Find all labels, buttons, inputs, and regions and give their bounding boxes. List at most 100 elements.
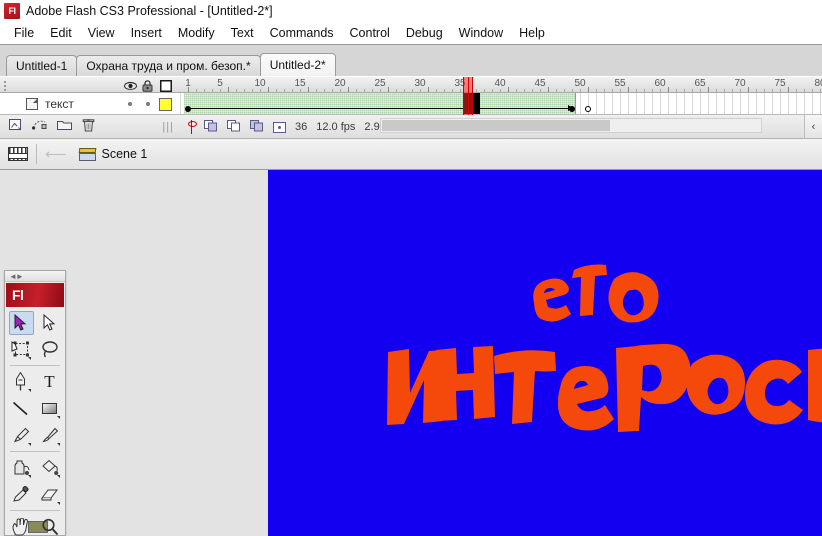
ruler-label: 35 bbox=[454, 78, 466, 89]
tween-span[interactable] bbox=[184, 93, 576, 114]
ruler-tick bbox=[356, 89, 357, 92]
keyframe-dot-icon[interactable] bbox=[185, 106, 191, 112]
menu-debug[interactable]: Debug bbox=[398, 25, 451, 41]
layer-page-icon bbox=[26, 97, 38, 110]
line-tool[interactable] bbox=[6, 395, 35, 422]
text-tool[interactable]: T bbox=[35, 368, 64, 395]
ink-bottle-tool[interactable] bbox=[6, 454, 35, 481]
ruler-label: 55 bbox=[614, 78, 626, 89]
new-folder-icon[interactable] bbox=[57, 118, 72, 136]
ruler-tick bbox=[372, 89, 373, 92]
add-motion-guide-icon[interactable] bbox=[32, 118, 47, 136]
menu-help[interactable]: Help bbox=[511, 25, 553, 41]
lasso-tool[interactable] bbox=[35, 336, 64, 363]
ruler-tick bbox=[452, 89, 453, 92]
onion-skin-marker-icon[interactable] bbox=[188, 120, 197, 134]
ruler-label: 40 bbox=[494, 78, 506, 89]
menu-control[interactable]: Control bbox=[342, 25, 398, 41]
menu-file[interactable]: File bbox=[6, 25, 42, 41]
onion-skin-icon[interactable] bbox=[204, 119, 218, 135]
back-arrow-icon[interactable]: ⟵ bbox=[45, 147, 67, 162]
layer-row[interactable]: текст bbox=[0, 93, 180, 115]
eraser-tool[interactable] bbox=[35, 481, 64, 508]
ruler-label: 50 bbox=[574, 78, 586, 89]
paint-bucket-tool[interactable] bbox=[35, 454, 64, 481]
scrollbar-thumb[interactable] bbox=[382, 120, 610, 131]
tween-arrow-icon bbox=[190, 105, 573, 111]
layer-tool-buttons: ||| bbox=[0, 115, 180, 139]
ruler-label: 45 bbox=[534, 78, 546, 89]
delete-layer-icon[interactable] bbox=[82, 118, 95, 137]
menu-text[interactable]: Text bbox=[223, 25, 262, 41]
panel-grip-icon[interactable]: ◄► bbox=[5, 271, 65, 282]
tool-row-2 bbox=[6, 336, 64, 363]
stage-artwork[interactable] bbox=[268, 170, 822, 536]
rectangle-tool[interactable] bbox=[35, 395, 64, 422]
ruler-tick bbox=[524, 89, 525, 92]
timeline-toggle-icon[interactable] bbox=[8, 147, 28, 161]
frame-rate-indicator[interactable]: 12.0 fps bbox=[316, 121, 355, 133]
ruler-tick bbox=[476, 89, 477, 92]
free-transform-tool[interactable] bbox=[6, 336, 35, 363]
eyedropper-tool[interactable] bbox=[6, 481, 35, 508]
ruler-tick bbox=[700, 89, 701, 92]
keyframe-end-dot-icon[interactable] bbox=[569, 106, 575, 112]
modify-onion-markers-icon[interactable] bbox=[273, 121, 286, 133]
layer-visibility-dot[interactable] bbox=[128, 102, 132, 106]
scene-label[interactable]: Scene 1 bbox=[102, 147, 148, 161]
subselection-tool[interactable] bbox=[35, 309, 64, 336]
layer-name-label[interactable]: текст bbox=[45, 97, 74, 111]
pencil-tool[interactable] bbox=[6, 422, 35, 449]
selection-tool[interactable] bbox=[6, 309, 35, 336]
ruler-tick bbox=[468, 87, 469, 92]
ruler-tick bbox=[428, 87, 429, 92]
ruler-tick bbox=[572, 89, 573, 92]
edit-multiple-frames-icon[interactable] bbox=[250, 119, 264, 135]
ruler-tick bbox=[580, 89, 581, 92]
timeline-ruler[interactable]: 15101520253035404550556065707580 bbox=[180, 77, 822, 93]
timeline-horizontal-scrollbar[interactable] bbox=[380, 118, 762, 133]
menu-bar: File Edit View Insert Modify Text Comman… bbox=[0, 22, 822, 44]
flash-logo-icon: Fl bbox=[4, 3, 20, 19]
ruler-tick bbox=[412, 89, 413, 92]
blank-keyframe-icon[interactable] bbox=[585, 106, 591, 112]
timeline-status-bar: 36 12.0 fps 2.9s ‹ bbox=[180, 115, 822, 139]
menu-insert[interactable]: Insert bbox=[123, 25, 170, 41]
menu-window[interactable]: Window bbox=[451, 25, 511, 41]
flash-application-window: Fl Adobe Flash CS3 Professional - [Untit… bbox=[0, 0, 822, 536]
brush-tool[interactable] bbox=[35, 422, 64, 449]
new-layer-icon[interactable] bbox=[8, 118, 22, 136]
tab-untitled-1[interactable]: Untitled-1 bbox=[6, 55, 78, 76]
ruler-label: 5 bbox=[217, 78, 223, 89]
tab-untitled-2[interactable]: Untitled-2* bbox=[259, 53, 336, 76]
stage-canvas[interactable] bbox=[268, 170, 822, 536]
ruler-tick bbox=[220, 89, 221, 92]
layer-header-row bbox=[0, 77, 180, 103]
timeline-frames-track[interactable] bbox=[180, 93, 822, 115]
pen-tool[interactable] bbox=[6, 368, 35, 395]
ruler-tick bbox=[500, 89, 501, 92]
artwork-line-2[interactable] bbox=[387, 343, 822, 432]
menu-edit[interactable]: Edit bbox=[42, 25, 80, 41]
ruler-tick bbox=[540, 89, 541, 92]
ruler-label: 65 bbox=[694, 78, 706, 89]
selected-frame-block[interactable] bbox=[464, 93, 480, 114]
tab-ohrana-truda[interactable]: Охрана труда и пром. безоп.* bbox=[76, 55, 261, 76]
tool-grid: T bbox=[6, 309, 64, 536]
layer-lock-dot[interactable] bbox=[146, 102, 150, 106]
window-title: Adobe Flash CS3 Professional - [Untitled… bbox=[26, 4, 273, 18]
ruler-label: 80 bbox=[814, 78, 822, 89]
timeline-grip-icon[interactable] bbox=[3, 80, 9, 103]
artwork-line-1[interactable] bbox=[533, 264, 659, 323]
timeline-collapse-button[interactable]: ‹ bbox=[804, 115, 822, 139]
ruler-tick bbox=[380, 89, 381, 92]
menu-modify[interactable]: Modify bbox=[170, 25, 223, 41]
menu-view[interactable]: View bbox=[80, 25, 123, 41]
ruler-tick bbox=[436, 89, 437, 92]
ruler-tick bbox=[292, 89, 293, 92]
ruler-tick bbox=[196, 89, 197, 92]
menu-commands[interactable]: Commands bbox=[262, 25, 342, 41]
onion-skin-outlines-icon[interactable] bbox=[227, 119, 241, 135]
ruler-tick bbox=[732, 89, 733, 92]
layer-outline-color-swatch[interactable] bbox=[159, 98, 172, 111]
